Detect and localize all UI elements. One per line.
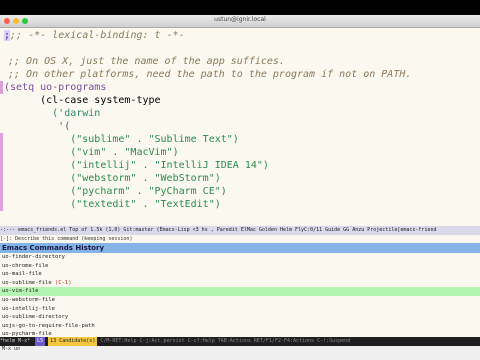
helm-candidate-count: 13 Candidate(s) [48,337,98,346]
helm-candidate[interactable]: uo-finder-directory [0,253,480,262]
code-text: ;; -*- lexical-binding: t -*- [10,30,185,41]
helm-candidate[interactable]: uo-sublime-directory [0,313,480,322]
code-line[interactable]: ("pycharm" . "PyCharm CE") [4,185,227,198]
helm-buffer-name: *helm M-x* [0,338,31,344]
code-line[interactable]: ;; On OS X, just the name of the app suf… [8,55,285,68]
git-gutter-marker [0,133,3,211]
helm-source-header: Emacs Commands History [0,243,480,253]
candidate-label: uo-webstorm-file [2,296,55,303]
code-line[interactable]: ;; On other platforms, need the path to … [8,68,411,81]
candidate-label: uo-sublime-file [2,279,52,286]
git-gutter-marker [0,81,3,94]
minibuffer-prompt[interactable]: M-x uo [2,346,20,352]
helm-candidate[interactable]: uo-mail-file [0,270,480,279]
candidate-label: uo-finder-directory [2,254,65,260]
title-bar: ustun@ignir.local [0,15,480,28]
code-line[interactable]: ;;; -*- lexical-binding: t -*- [4,29,185,42]
minibuffer[interactable]: M-x uo [0,346,480,360]
mode-line[interactable]: -:--- emacs_friends.el Top of 1.5k (1,0)… [0,226,480,235]
candidate-keybinding: (C-1) [54,279,72,286]
helm-candidate[interactable]: uo-intellij-file [0,305,480,314]
code-line[interactable]: ("sublime" . "Sublime Text") [4,133,239,146]
code-line[interactable]: (setq uo-programs [4,81,106,94]
helm-candidate[interactable]: uo-webstorm-file [0,296,480,305]
code-editor[interactable]: ;;; -*- lexical-binding: t -*- ;; On OS … [0,29,480,225]
code-line[interactable]: ("intellij" . "IntelliJ IDEA 14") [4,159,269,172]
code-line[interactable]: ("textedit" . "TextEdit") [4,198,221,211]
code-line[interactable]: ("vim" . "MacVim") [4,146,178,159]
helm-candidate[interactable]: uojs-go-to-require-file-path [0,322,480,331]
helm-candidate-selected[interactable]: uo-vim-file [0,287,480,296]
helm-mode-line: *helm M-x* L5 13 Candidate(s) C/M-RET:He… [0,337,480,346]
window-title: ustun@ignir.local [214,16,266,23]
helm-prompt: [-]: Describe this command (keeping sess… [0,235,480,243]
code-line[interactable]: ('darwin [4,107,100,120]
candidate-label: uo-vim-file [2,288,39,295]
code-line[interactable]: (cl-case system-type [4,94,160,107]
helm-candidate-list[interactable]: uo-finder-directory uo-chrome-file uo-ma… [0,253,480,339]
helm-help-text: C/M-RET:Help C-j:Act.persist C-c?:Help T… [100,338,351,344]
candidate-label: uo-chrome-file [2,262,49,269]
candidate-label: uo-sublime-directory [2,314,69,321]
helm-candidate[interactable]: uo-sublime-file (C-1) [0,279,480,288]
helm-line-position: L5 [35,337,46,346]
candidate-label: uo-intellij-file [2,305,55,312]
candidate-label: uo-mail-file [2,271,42,278]
emacs-window: ustun@ignir.local ;;; -*- lexical-bindin… [0,15,480,346]
code-line[interactable]: ("webstorm" . "WebStorm") [4,172,221,185]
code-line[interactable]: '( [4,120,70,133]
code-text: (setq uo-programs [4,82,107,93]
helm-candidate[interactable]: uo-chrome-file [0,262,480,271]
candidate-label: uojs-go-to-require-file-path [2,322,95,329]
